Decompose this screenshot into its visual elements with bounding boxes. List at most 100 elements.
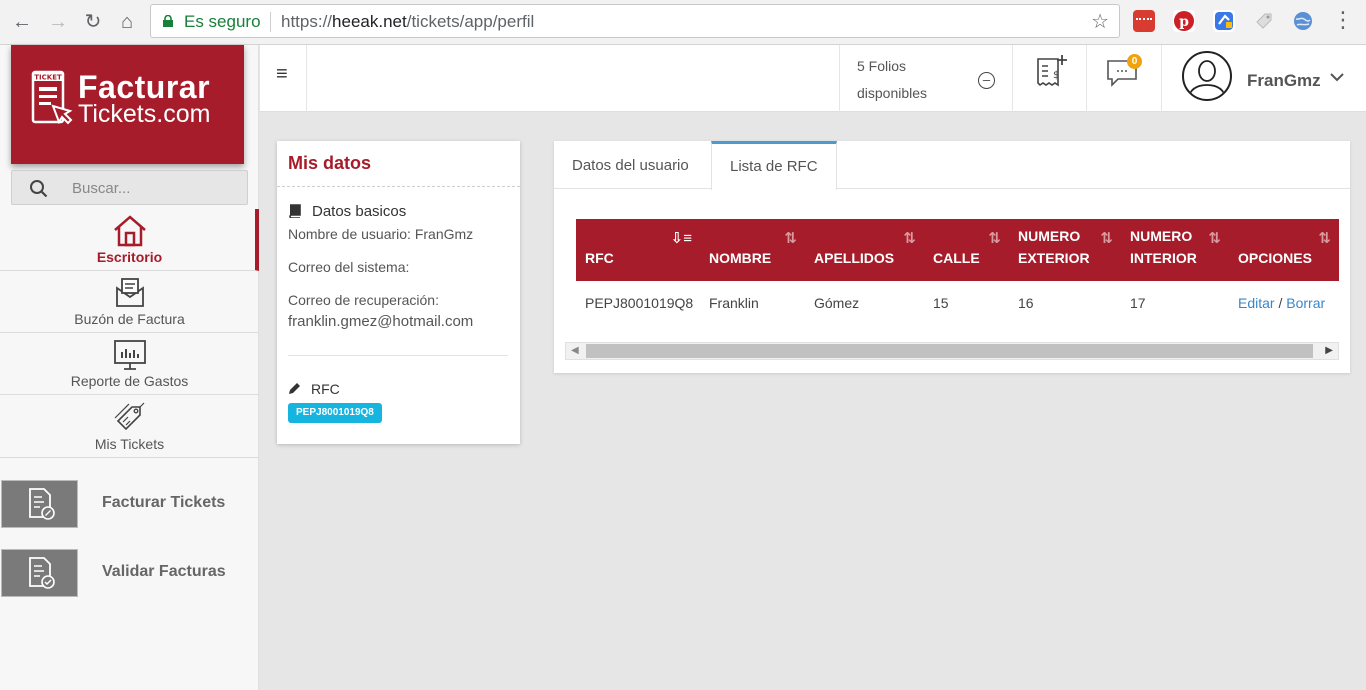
column-header-apellidos[interactable]: APELLIDOS ⇅ xyxy=(805,219,924,281)
lock-icon xyxy=(163,15,173,27)
sidebar-item-buzon[interactable]: Buzón de Factura xyxy=(0,271,259,333)
rfc-table-container: RFC ⇩≡ NOMBRE ⇅ APELLIDOS ⇅ CALLE ⇅ NUMERO E… xyxy=(576,219,1339,332)
edit-link[interactable]: Editar xyxy=(1238,295,1275,311)
drive-sync-icon[interactable] xyxy=(1213,10,1235,32)
sort-icon[interactable]: ⇅ xyxy=(903,228,916,250)
sidebar-item-label: Escritorio xyxy=(96,249,163,265)
sort-icon[interactable]: ⇅ xyxy=(988,228,1001,250)
column-header-exterior[interactable]: NUMERO EXTERIOR ⇅ xyxy=(1009,219,1121,281)
sidebar: TICKET Facturar Tickets.com Escritorio B… xyxy=(0,45,259,690)
facturar-tickets-icon-box xyxy=(1,480,78,528)
sidebar-item-label: Mis Tickets xyxy=(94,436,165,452)
hamburger-menu-icon[interactable]: ≡ xyxy=(276,63,288,86)
home-icon xyxy=(114,215,146,247)
sidebar-item-label: Reporte de Gastos xyxy=(70,373,189,389)
office-addin-icon[interactable] xyxy=(1133,10,1155,32)
invoice-percent-icon xyxy=(29,488,55,520)
basic-data-heading: Datos basicos xyxy=(312,203,407,220)
folios-minus-icon[interactable]: – xyxy=(978,72,995,89)
facturar-tickets-button[interactable]: Facturar Tickets xyxy=(0,480,259,528)
globe-extension-icon[interactable] xyxy=(1292,10,1314,32)
chevron-down-icon[interactable] xyxy=(1330,72,1344,82)
validar-facturas-button[interactable]: Validar Facturas xyxy=(0,549,259,597)
column-header-label: RFC xyxy=(585,250,614,266)
tab-bar: Datos del usuario Lista de RFC xyxy=(554,141,1350,190)
sidebar-search[interactable] xyxy=(11,170,248,205)
column-header-label: NUMERO EXTERIOR xyxy=(1018,228,1090,266)
url-text[interactable]: https://heeak.net/tickets/app/perfil xyxy=(281,12,534,32)
rfc-badge: PEPJ8001019Q8 xyxy=(288,403,382,423)
sort-icon[interactable]: ⇅ xyxy=(1318,228,1331,250)
rfc-panel: Datos del usuario Lista de RFC RFC ⇩≡ NOM… xyxy=(554,141,1350,373)
facturar-tickets-label: Facturar Tickets xyxy=(102,494,226,511)
column-header-opciones[interactable]: OPCIONES ⇅ xyxy=(1229,219,1339,281)
sidebar-item-label: Buzón de Factura xyxy=(74,311,185,327)
secure-label: Es seguro xyxy=(184,12,261,31)
tab-lista-rfc[interactable]: Lista de RFC xyxy=(711,141,837,190)
column-header-nombre[interactable]: NOMBRE ⇅ xyxy=(700,219,805,281)
svg-text:p: p xyxy=(1179,14,1189,30)
profile-card: Mis datos Datos basicos Nombre de usuari… xyxy=(277,141,520,444)
tab-datos-usuario[interactable]: Datos del usuario xyxy=(554,141,707,190)
cell-rfc: PEPJ8001019Q8 xyxy=(585,295,694,311)
logo-line-2: Tickets.com xyxy=(78,100,211,128)
home-browser-icon[interactable]: ⌂ xyxy=(114,9,140,35)
forward-arrow-icon[interactable]: → xyxy=(45,9,71,35)
folios-available-text: disponibles xyxy=(857,85,928,101)
delete-link[interactable]: Borrar xyxy=(1286,295,1325,311)
column-header-interior[interactable]: NUMERO INTERIOR ⇅ xyxy=(1121,219,1229,281)
url-host: heeak.net xyxy=(332,12,407,31)
header-divider xyxy=(839,45,840,112)
rfc-heading: RFC xyxy=(311,381,340,397)
options-separator: / xyxy=(1278,295,1283,311)
pencil-icon xyxy=(289,383,300,394)
username-field: Nombre de usuario: FranGmz xyxy=(288,226,474,242)
recovery-email-value: franklin.gmez@hotmail.com xyxy=(288,313,474,330)
sidebar-item-mis-tickets[interactable]: Mis Tickets xyxy=(0,396,259,458)
cell-nombre: Franklin xyxy=(709,295,759,311)
header-divider xyxy=(1086,45,1087,112)
username-label[interactable]: FranGmz xyxy=(1247,71,1321,91)
column-header-label: APELLIDOS xyxy=(814,250,895,266)
sidebar-item-reporte[interactable]: Reporte de Gastos xyxy=(0,333,259,395)
title-divider xyxy=(277,186,520,187)
scroll-right-arrow-icon[interactable]: ▶ xyxy=(1325,345,1333,356)
back-arrow-icon[interactable]: ← xyxy=(9,9,35,35)
logo-ticket-text: TICKET xyxy=(34,74,62,82)
table-header-row: RFC ⇩≡ NOMBRE ⇅ APELLIDOS ⇅ CALLE ⇅ NUMERO E… xyxy=(576,219,1339,281)
horizontal-scrollbar[interactable]: ◀ ▶ xyxy=(565,342,1339,360)
user-silhouette-icon xyxy=(1187,60,1227,99)
pinterest-icon[interactable]: p xyxy=(1173,10,1195,32)
address-bar[interactable]: Es seguro https://heeak.net/tickets/app/… xyxy=(150,4,1120,38)
search-input[interactable] xyxy=(72,177,232,199)
column-header-label: OPCIONES xyxy=(1238,250,1312,266)
header-divider xyxy=(1012,45,1013,112)
browser-menu-icon[interactable]: ⋮ xyxy=(1330,9,1356,35)
ticket-logo-icon: TICKET xyxy=(31,70,73,125)
add-invoice-icon[interactable]: $ xyxy=(1035,53,1069,89)
avatar[interactable] xyxy=(1182,51,1232,101)
monitor-chart-icon xyxy=(114,340,146,370)
sidebar-item-escritorio[interactable]: Escritorio xyxy=(0,209,259,271)
bookmark-star-icon[interactable]: ☆ xyxy=(1091,9,1109,34)
section-divider xyxy=(288,355,508,356)
table-row: PEPJ8001019Q8 Franklin Gómez 15 16 17 Ed… xyxy=(576,281,1339,325)
scroll-left-arrow-icon[interactable]: ◀ xyxy=(571,345,579,356)
url-path: /tickets/app/perfil xyxy=(406,12,535,31)
sort-icon[interactable]: ⇅ xyxy=(1100,228,1113,250)
header-divider xyxy=(306,45,307,112)
system-email-field: Correo del sistema: xyxy=(288,259,410,275)
brand-logo[interactable]: TICKET Facturar Tickets.com xyxy=(11,45,244,164)
scrollbar-thumb[interactable] xyxy=(586,344,1313,358)
sort-icon[interactable]: ⇅ xyxy=(784,228,797,250)
reload-icon[interactable]: ↻ xyxy=(80,9,106,35)
search-icon[interactable] xyxy=(29,179,49,199)
folios-counter: 5 Folios disponibles xyxy=(857,53,927,107)
column-header-rfc[interactable]: RFC ⇩≡ xyxy=(576,219,700,281)
column-header-label: NUMERO INTERIOR xyxy=(1130,228,1197,266)
tag-extension-icon[interactable] xyxy=(1253,10,1275,32)
cell-interior: 17 xyxy=(1130,295,1146,311)
sort-icon[interactable]: ⇅ xyxy=(1208,228,1221,250)
column-header-calle[interactable]: CALLE ⇅ xyxy=(924,219,1009,281)
sort-desc-icon[interactable]: ⇩≡ xyxy=(671,228,692,250)
